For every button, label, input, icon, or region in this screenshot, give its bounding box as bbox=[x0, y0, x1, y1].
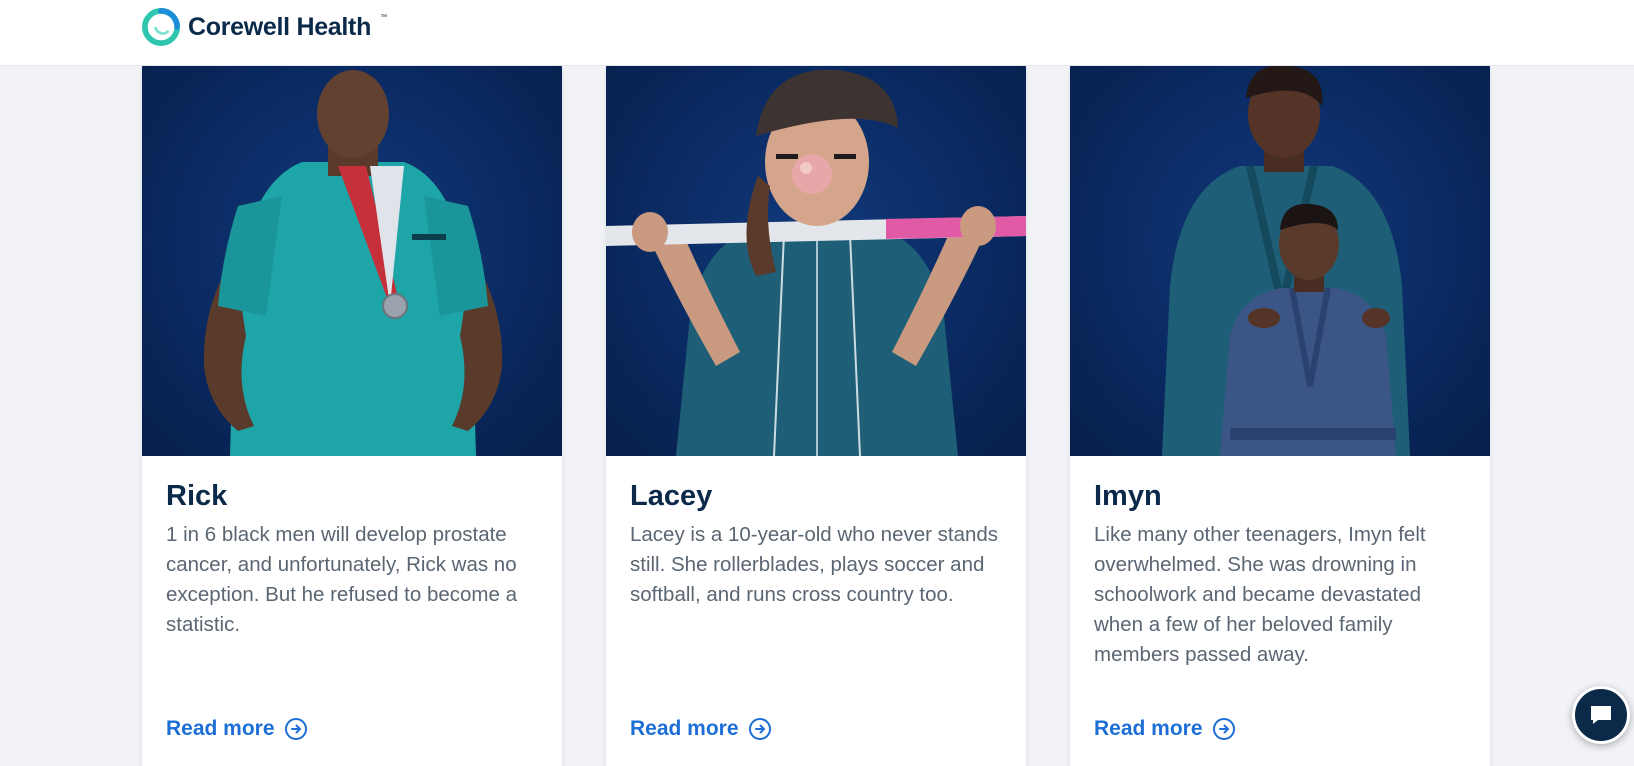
story-name: Lacey bbox=[630, 480, 713, 512]
story-card-imyn: Imyn Like many other teenagers, Imyn fel… bbox=[1070, 66, 1490, 766]
portrait-man-with-medal-image bbox=[203, 70, 503, 456]
logo-wordmark: Corewell Health bbox=[188, 12, 372, 41]
story-card-rick: Rick 1 in 6 black men will develop prost… bbox=[142, 66, 562, 766]
story-photo-imyn bbox=[1070, 66, 1490, 456]
read-more-link-lacey[interactable]: Read more bbox=[630, 717, 771, 741]
read-more-link-imyn[interactable]: Read more bbox=[1094, 717, 1235, 741]
arrow-right-circle-icon bbox=[748, 718, 771, 740]
chat-button[interactable] bbox=[1572, 686, 1630, 744]
corewell-swirl-icon bbox=[142, 8, 180, 46]
story-photo-lacey bbox=[606, 66, 1026, 456]
story-name: Imyn bbox=[1094, 480, 1162, 512]
portrait-woman-and-boy-in-gi-image bbox=[1162, 66, 1410, 456]
logo-trademark: ™ bbox=[380, 13, 388, 21]
corewell-logo-link[interactable]: Corewell Health ™ bbox=[142, 7, 387, 47]
read-more-label: Read more bbox=[1094, 717, 1203, 740]
chat-bubble-icon bbox=[1591, 706, 1611, 724]
read-more-link-rick[interactable]: Read more bbox=[166, 717, 307, 741]
portrait-girl-with-bat-image bbox=[606, 69, 1026, 456]
story-description: Lacey is a 10-year-old who never stands … bbox=[630, 523, 999, 606]
story-name: Rick bbox=[166, 480, 228, 512]
arrow-right-circle-icon bbox=[284, 718, 307, 740]
story-cards: Rick 1 in 6 black men will develop prost… bbox=[0, 66, 1634, 766]
arrow-right-circle-icon bbox=[1212, 718, 1235, 740]
story-card-lacey: Lacey Lacey is a 10-year-old who never s… bbox=[606, 66, 1026, 766]
story-description: Like many other teenagers, Imyn felt ove… bbox=[1094, 523, 1426, 666]
site-header: Corewell Health ™ bbox=[0, 0, 1634, 66]
read-more-label: Read more bbox=[166, 717, 275, 740]
story-photo-rick bbox=[142, 66, 562, 456]
story-description: 1 in 6 black men will develop prostate c… bbox=[166, 523, 518, 636]
read-more-label: Read more bbox=[630, 717, 739, 740]
